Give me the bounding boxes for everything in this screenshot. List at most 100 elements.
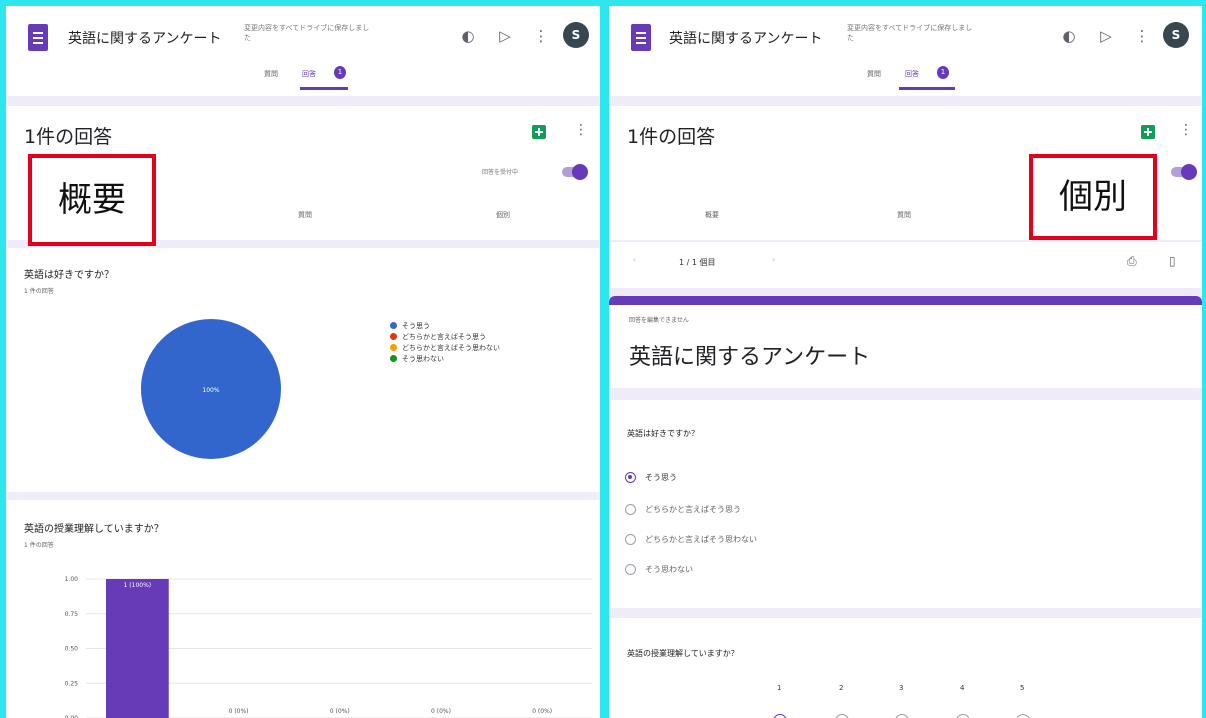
scale-label: 4 <box>960 684 965 692</box>
bar-data-label: 0 (0%) <box>431 708 451 715</box>
scale-label: 5 <box>1020 684 1025 692</box>
response-summary-card: 1件の回答 ⋮ 回答を受付中 質問 個別 概要 <box>6 106 600 246</box>
scale-radio-icon[interactable] <box>956 714 970 718</box>
y-tick-label: 0.25 <box>65 680 79 687</box>
radio-icon[interactable] <box>625 534 636 545</box>
y-tick-label: 0.75 <box>65 611 79 618</box>
legend-label: どちらかと言えばそう思わない <box>402 343 500 352</box>
response-count: 1件の回答 <box>627 126 716 148</box>
avatar[interactable]: S <box>1163 22 1189 48</box>
scale-label: 3 <box>899 684 904 692</box>
bar-data-label: 0 (0%) <box>229 708 249 715</box>
palette-icon[interactable]: ◐ <box>458 26 478 46</box>
more-vert-icon[interactable]: ⋮ <box>531 26 551 46</box>
print-icon[interactable]: ⎙ <box>1127 254 1137 269</box>
forms-icon[interactable] <box>631 24 651 51</box>
palette-icon[interactable]: ◐ <box>1059 26 1079 46</box>
legend-swatch <box>390 355 397 362</box>
response-count-small: 1 件の回答 <box>24 288 54 295</box>
y-tick-label: 0.50 <box>65 646 79 653</box>
more-vert-icon[interactable]: ⋮ <box>1179 122 1193 138</box>
option-row[interactable]: どちらかと言えばそう思う <box>625 504 741 515</box>
form-header: 英語に関するアンケート 変更内容をすべてドライブに保存しました ◐ ▷ ⋮ S … <box>609 6 1202 96</box>
individual-panel: 英語に関するアンケート 変更内容をすべてドライブに保存しました ◐ ▷ ⋮ S … <box>609 6 1202 718</box>
sheets-icon[interactable] <box>532 125 546 139</box>
tab-individual[interactable]: 個別 <box>496 210 510 220</box>
tab-responses[interactable]: 回答 <box>905 69 919 79</box>
bar-data-label: 1 (100%) <box>124 582 152 589</box>
pager-text: 1 / 1 個目 <box>679 258 716 267</box>
option-label: そう思わない <box>645 565 693 574</box>
more-vert-icon[interactable]: ⋮ <box>1132 26 1152 46</box>
form-title: 英語に関するアンケート <box>669 31 823 47</box>
response-badge: 1 <box>937 66 949 79</box>
option-label: そう思う <box>645 473 677 482</box>
tab-active-indicator <box>899 87 955 90</box>
response-badge: 1 <box>334 66 346 79</box>
scale-radio-icon[interactable] <box>895 714 909 718</box>
form-title: 英語に関するアンケート <box>68 31 222 47</box>
send-icon[interactable]: ▷ <box>1096 26 1116 46</box>
form-title-large: 英語に関するアンケート <box>629 345 871 370</box>
legend-label: どちらかと言えばそう思う <box>402 332 486 341</box>
radio-icon[interactable] <box>625 504 636 515</box>
accepting-label: 回答を受付中 <box>482 169 519 176</box>
form-header: 英語に関するアンケート 変更内容をすべてドライブに保存しました ◐ ▷ ⋮ S … <box>6 6 600 96</box>
accepting-toggle[interactable] <box>1171 164 1197 180</box>
pager-bar: ‹ 1 / 1 個目 › ⎙ ▯ <box>609 242 1202 288</box>
tab-active-indicator <box>300 87 348 90</box>
scale-label: 2 <box>839 684 844 692</box>
delete-icon[interactable]: ▯ <box>1169 254 1176 268</box>
chevron-right-icon[interactable]: › <box>772 255 775 264</box>
pie-legend: そう思う どちらかと言えばそう思うどちらかと言えばそう思わない そう思わない <box>390 320 500 364</box>
individual-annotation: 個別 <box>1029 154 1157 240</box>
option-row[interactable]: どちらかと言えばそう思わない <box>625 534 757 545</box>
save-status: 変更内容をすべてドライブに保存しました <box>244 24 370 42</box>
option-row[interactable]: そう思わない <box>625 564 693 575</box>
legend-entry: どちらかと言えばそう思う <box>390 331 500 342</box>
save-status: 変更内容をすべてドライブに保存しました <box>847 24 973 42</box>
pie-slice-label: 100% <box>202 387 219 394</box>
tab-questions[interactable]: 質問 <box>264 69 278 79</box>
bar-chart: 0.000.250.500.751.001 (100%)0 (0%)0 (0%)… <box>65 576 592 718</box>
option-row[interactable]: そう思う <box>625 472 677 483</box>
not-editable-note: 回答を編集できません <box>629 317 689 324</box>
legend-swatch <box>390 333 397 340</box>
question1-summary-card: 英語は好きですか？ 1 件の回答 <box>6 248 600 492</box>
forms-icon[interactable] <box>28 24 48 51</box>
scale-radio-icon[interactable] <box>1016 714 1030 718</box>
response-count: 1件の回答 <box>24 126 113 148</box>
question2-card: 英語の授業理解していますか？ 1 2 3 4 5 <box>609 618 1202 718</box>
scale-label: 1 <box>777 684 782 692</box>
tab-responses[interactable]: 回答 <box>302 69 316 79</box>
tab-summary[interactable]: 概要 <box>705 210 719 220</box>
avatar[interactable]: S <box>563 22 589 48</box>
response-summary-card: 1件の回答 ⋮ 概要 質問 個別 <box>609 106 1202 240</box>
question-title: 英語は好きですか？ <box>627 429 699 438</box>
question1-card: 英語は好きですか？ そう思う どちらかと言えばそう思う どちらかと言えばそう思わ… <box>609 400 1202 608</box>
legend-entry: そう思わない <box>390 353 500 364</box>
chevron-left-icon[interactable]: ‹ <box>633 255 636 264</box>
accepting-toggle[interactable] <box>562 164 588 180</box>
legend-swatch <box>390 322 397 329</box>
question-title: 英語は好きですか？ <box>24 270 114 281</box>
form-title-card: 回答を編集できません 英語に関するアンケート <box>609 296 1202 388</box>
send-icon[interactable]: ▷ <box>495 26 515 46</box>
bar <box>106 579 169 718</box>
tab-questions[interactable]: 質問 <box>867 69 881 79</box>
option-label: どちらかと言えばそう思う <box>645 505 741 514</box>
radio-icon[interactable] <box>625 564 636 575</box>
question-title: 英語の授業理解していますか？ <box>627 649 739 658</box>
summary-panel: 英語に関するアンケート 変更内容をすべてドライブに保存しました ◐ ▷ ⋮ S … <box>6 6 600 718</box>
scale-radio-icon[interactable] <box>835 714 849 718</box>
radio-selected-icon[interactable] <box>625 472 636 483</box>
tab-question[interactable]: 質問 <box>298 210 312 220</box>
bar-data-label: 0 (0%) <box>330 708 350 715</box>
legend-entry: そう思う <box>390 320 500 331</box>
legend-label: そう思わない <box>402 354 444 363</box>
scale-radio-icon[interactable] <box>773 714 787 718</box>
sheets-icon[interactable] <box>1141 125 1155 139</box>
more-vert-icon[interactable]: ⋮ <box>574 122 588 138</box>
legend-entry: どちらかと言えばそう思わない <box>390 342 500 353</box>
tab-question[interactable]: 質問 <box>897 210 911 220</box>
